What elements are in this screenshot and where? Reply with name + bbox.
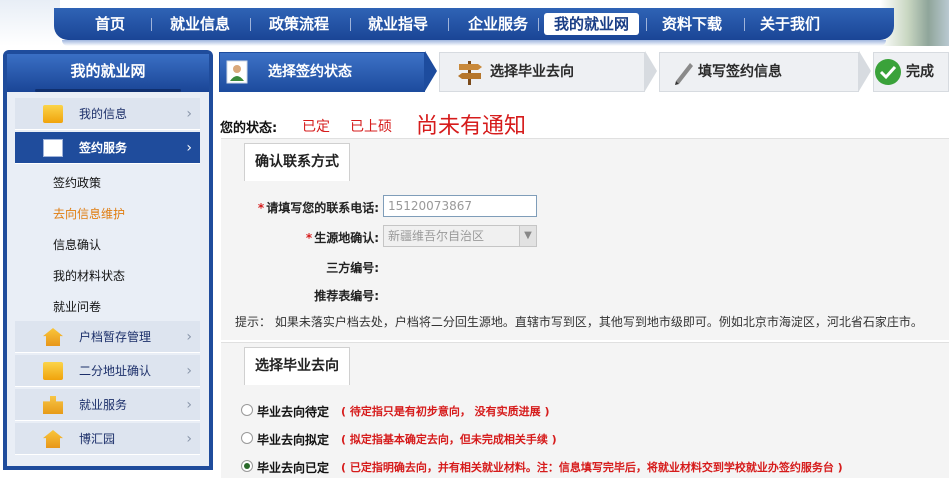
sidebar: 我的就业网 我的信息 › 签约服务 › 签约政策 去向信息维护 信息确认 我的材… [3, 50, 213, 470]
nav-downloads[interactable]: 资料下载 [654, 8, 730, 40]
nav-about[interactable]: 关于我们 [752, 8, 828, 40]
phone-input[interactable]: 15120073867 [383, 195, 537, 217]
sidebar-item-employment-service[interactable]: 就业服务 › [15, 389, 200, 421]
third-party-row: 三方编号: [221, 255, 949, 279]
sidebar-sub-material-status[interactable]: 我的材料状态 [53, 267, 125, 284]
nav-my-employment[interactable]: 我的就业网 [544, 13, 640, 35]
nav-policy[interactable]: 政策流程 [261, 8, 337, 40]
radio-pending[interactable] [241, 404, 253, 416]
destination-option-tentative[interactable]: 毕业去向拟定 ( 拟定指基本确定去向，但未完成相关手续 ) [221, 429, 949, 449]
sidebar-item-bohuiyuan[interactable]: 博汇园 › [15, 423, 200, 455]
top-header: 首页 就业信息 政策流程 就业指导 企业服务 我的就业网 资料下载 关于我们 [0, 0, 949, 46]
step-progress: 选择签约状态 选择毕业去向 填写签约信息 完成 [219, 51, 949, 92]
status-label: 您的状态: [220, 121, 278, 136]
step-select-destination[interactable]: 选择毕业去向 [439, 52, 645, 92]
sidebar-title: 我的就业网 [7, 54, 209, 92]
step-fill-info[interactable]: 填写签约信息 [659, 52, 859, 92]
header-left-decoration [0, 0, 60, 46]
status-option-no-notice[interactable]: 尚未有通知 [416, 108, 526, 140]
tip-text: 提示： 如果未落实户档去处，户档将二分回生源地。直辖市写到区，其他写到地市级即可… [235, 315, 923, 329]
status-option-masters[interactable]: 已上硕 [350, 116, 392, 136]
sidebar-sub-survey[interactable]: 就业问卷 [53, 298, 101, 315]
step-select-status[interactable]: 选择签约状态 [219, 52, 425, 92]
sidebar-item-address-confirm[interactable]: 二分地址确认 › [15, 355, 200, 387]
contact-panel: 确认联系方式 * 请填写您的联系电话: 15120073867 * 生源地确认: 新… [221, 138, 949, 340]
phone-row: * 请填写您的联系电话: 15120073867 [221, 195, 949, 219]
sidebar-item-archive[interactable]: 户档暂存管理 › [15, 321, 200, 353]
destination-option-pending[interactable]: 毕业去向待定 ( 待定指只是有初步意向， 没有实质进展 ) [221, 401, 949, 421]
nav-enterprise[interactable]: 企业服务 [460, 8, 536, 40]
person-icon [226, 60, 248, 84]
chevron-right-icon: › [186, 329, 192, 345]
house-icon [43, 430, 63, 448]
destination-panel: 选择毕业去向 毕业去向待定 ( 待定指只是有初步意向， 没有实质进展 ) 毕业去… [221, 342, 949, 478]
chevron-right-icon: › [186, 431, 192, 447]
radio-tentative[interactable] [241, 432, 253, 444]
third-party-label: 三方编号: [326, 261, 379, 275]
puzzle-icon [43, 396, 63, 414]
status-line: 您的状态: 已定 已上硕 尚未有通知 [220, 110, 949, 139]
nav-home[interactable]: 首页 [82, 8, 138, 40]
origin-row: * 生源地确认: 新疆维吾尔自治区 ▼ [221, 225, 949, 249]
radio-determined[interactable] [241, 460, 253, 472]
chevron-right-icon: › [186, 140, 192, 156]
house-icon [43, 328, 63, 346]
recommend-row: 推荐表编号: [221, 283, 949, 307]
destination-legend: 选择毕业去向 [244, 347, 350, 385]
pen-icon [43, 139, 63, 157]
main-nav: 首页 就业信息 政策流程 就业指导 企业服务 我的就业网 资料下载 关于我们 [54, 8, 894, 46]
status-option-determined[interactable]: 已定 [302, 116, 330, 136]
pen-icon [675, 63, 693, 85]
chevron-right-icon: › [186, 106, 192, 122]
phone-label: 请填写您的联系电话: [266, 201, 379, 215]
folder-icon [43, 105, 63, 123]
nav-job-info[interactable]: 就业信息 [162, 8, 238, 40]
origin-label: 生源地确认: [314, 231, 379, 245]
sidebar-sub-info-confirm[interactable]: 信息确认 [53, 236, 101, 253]
folder-icon [43, 362, 63, 380]
sidebar-sub-destination-maintain[interactable]: 去向信息维护 [53, 205, 125, 222]
destination-option-determined[interactable]: 毕业去向已定 ( 已定指明确去向，并有相关就业材料。注：信息填写完毕后，将就业材… [221, 457, 949, 477]
recommend-label: 推荐表编号: [314, 289, 379, 303]
signpost-icon [458, 61, 482, 85]
contact-legend: 确认联系方式 [244, 143, 350, 181]
sidebar-item-signing-service[interactable]: 签约服务 › [15, 132, 200, 164]
origin-select[interactable]: 新疆维吾尔自治区 ▼ [383, 225, 537, 247]
chevron-right-icon: › [186, 363, 192, 379]
chevron-right-icon: › [186, 397, 192, 413]
nav-guidance[interactable]: 就业指导 [360, 8, 436, 40]
sidebar-item-my-info[interactable]: 我的信息 › [15, 98, 200, 130]
chevron-down-icon: ▼ [519, 226, 536, 246]
step-complete[interactable]: 完成 [873, 52, 949, 92]
check-icon [875, 59, 901, 85]
sidebar-sub-signing-policy[interactable]: 签约政策 [53, 174, 101, 191]
